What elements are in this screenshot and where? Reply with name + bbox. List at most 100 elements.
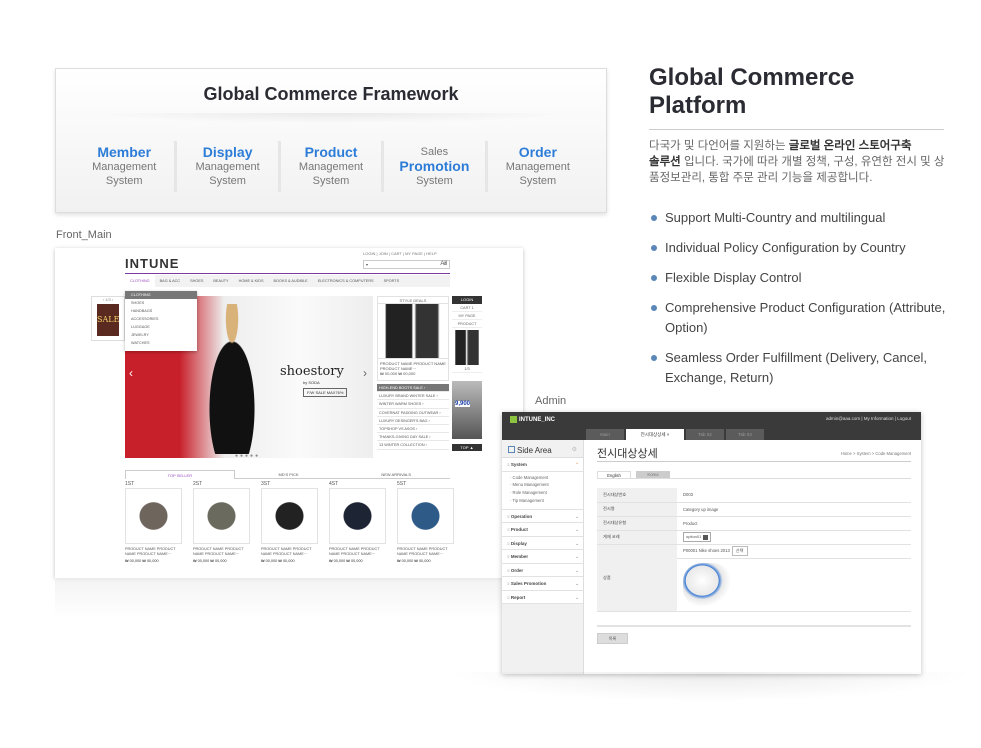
search-icon[interactable]: ⌕ xyxy=(444,261,447,268)
hero-next-icon[interactable]: › xyxy=(363,366,367,380)
product-image[interactable] xyxy=(193,488,250,544)
deal-list-item[interactable]: TOPSHOP VS ASOS › xyxy=(377,425,449,434)
style-deals-title: STYLE DEALS xyxy=(377,296,449,304)
sidebar-group[interactable]: Product⌄ xyxy=(502,523,583,537)
hero-prev-icon[interactable]: ‹ xyxy=(129,366,133,380)
style-deal-info[interactable]: PRODUCT NAME PRODUCT NAME PRODUCT NAME··… xyxy=(377,359,449,381)
nav-item-shoes[interactable]: SHOES xyxy=(185,279,208,283)
hero-pager-dots[interactable]: ●●●●● xyxy=(235,453,260,459)
deal-list-item[interactable]: 13 WINTER COLLECTION › xyxy=(377,441,449,450)
language-tab[interactable]: English xyxy=(597,471,631,478)
search-input[interactable]: All ▾ ⌕ xyxy=(363,260,450,269)
quick-cart[interactable]: CART 1 xyxy=(452,304,482,312)
admin-tab[interactable]: Tab 03 xyxy=(726,429,764,440)
style-deal-image[interactable] xyxy=(377,304,449,359)
admin-tab[interactable]: Main xyxy=(586,429,624,440)
product-name[interactable]: PRODUCT NAME PRODUCT NAME PRODUCT NAME··… xyxy=(329,547,386,557)
sidebar-group[interactable]: Sales Promotion⌄ xyxy=(502,577,583,591)
site-logo[interactable]: INTUNE xyxy=(125,256,179,271)
product-name[interactable]: PRODUCT NAME PRODUCT NAME PRODUCT NAME··… xyxy=(125,547,182,557)
sidebar-group[interactable]: Report⌄ xyxy=(502,590,583,605)
product-image[interactable] xyxy=(397,488,454,544)
chevron-down-icon[interactable]: ⌄ xyxy=(575,577,579,591)
dropdown-item[interactable]: WATCHES xyxy=(125,339,197,347)
sidebar-subitem[interactable]: · Menu Management xyxy=(510,481,583,489)
nav-item-clothing[interactable]: CLOTHING xyxy=(125,275,155,287)
product-tab[interactable]: NEW ARRIVALS xyxy=(342,470,451,479)
sidebar-subitem[interactable]: · Tip Management xyxy=(510,497,583,505)
nav-item-beauty[interactable]: BEAUTY xyxy=(208,279,233,283)
deal-list-item[interactable]: THANKS-GIVING DAY SALE › xyxy=(377,433,449,442)
product-tab[interactable]: TOP SELLER xyxy=(125,470,235,479)
select-button[interactable]: 선택 xyxy=(731,546,748,556)
top-button[interactable]: TOP ▲ xyxy=(452,444,482,451)
quick-pager[interactable]: 1/3 xyxy=(452,365,482,373)
product-image[interactable] xyxy=(125,488,182,544)
chevron-down-icon[interactable]: ⌄ xyxy=(575,550,579,564)
admin-tab[interactable]: Tab 02 xyxy=(686,429,724,440)
chevron-up-icon[interactable]: ⌃ xyxy=(575,458,579,472)
product-name[interactable]: PRODUCT NAME PRODUCT NAME PRODUCT NAME··… xyxy=(193,547,250,557)
sale-banner[interactable]: SALE xyxy=(97,304,119,336)
sidebar-subitem[interactable]: · Role Management xyxy=(510,489,583,497)
product-card[interactable]: 2ST PRODUCT NAME PRODUCT NAME PRODUCT NAM… xyxy=(193,481,250,563)
reflection xyxy=(55,578,523,618)
chevron-down-icon[interactable]: ⌄ xyxy=(575,564,579,578)
sidebar-group[interactable]: Display⌄ xyxy=(502,536,583,551)
chevron-down-icon[interactable]: ⌄ xyxy=(575,537,579,551)
product-name[interactable]: PRODUCT NAME PRODUCT NAME PRODUCT NAME··… xyxy=(261,547,318,557)
side-thumb-pager[interactable]: ‹ 1/3 › xyxy=(92,297,124,302)
nav-item-sports[interactable]: SPORTS xyxy=(379,279,405,283)
side-thumb[interactable]: ‹ 1/3 › SALE xyxy=(91,296,125,341)
product-card[interactable]: 5ST PRODUCT NAME PRODUCT NAME PRODUCT NAM… xyxy=(397,481,454,563)
admin-tab[interactable]: 전시대상상세 × xyxy=(626,429,684,440)
quick-banner[interactable]: 9,900 xyxy=(452,381,482,439)
dropdown-item[interactable]: CLOTHING xyxy=(125,291,197,299)
nav-item-bag-acc[interactable]: BAG & ACC xyxy=(155,279,185,283)
product-image[interactable] xyxy=(261,488,318,544)
product-tab[interactable]: MD'S PICK xyxy=(234,470,343,479)
sidebar-group[interactable]: System⌃ xyxy=(502,458,583,472)
deal-list-item[interactable]: COVERNAT PADDING OUTWEAR › xyxy=(377,409,449,417)
gear-icon[interactable]: ⚙ xyxy=(572,446,577,453)
breadcrumb[interactable]: Home > System > Code Management xyxy=(841,451,911,456)
dropdown-arrow-icon[interactable] xyxy=(703,534,709,540)
nav-item-electronics-computers[interactable]: ELECTRONICS & COMPUTERS xyxy=(313,279,379,283)
sidebar-group[interactable]: Order⌄ xyxy=(502,563,583,578)
product-card[interactable]: 1ST PRODUCT NAME PRODUCT NAME PRODUCT NAM… xyxy=(125,481,182,563)
product-image[interactable] xyxy=(329,488,386,544)
quick-login-button[interactable]: LOGIN xyxy=(452,296,482,304)
quick-product[interactable]: PRODUCT xyxy=(452,320,482,328)
admin-top-links[interactable]: admin@aaa.com | My Information | Logout xyxy=(826,416,911,421)
product-card[interactable]: 4ST PRODUCT NAME PRODUCT NAME PRODUCT NAM… xyxy=(329,481,386,563)
nav-item-books-audible[interactable]: BOOKS & AUDIBLE xyxy=(269,279,313,283)
product-name[interactable]: PRODUCT NAME PRODUCT NAME PRODUCT NAME··… xyxy=(397,547,454,557)
deal-list-item[interactable]: WINTER WARM SHOES › xyxy=(377,400,449,409)
deal-list-item[interactable]: LUXURY BRAND WINTER SALE › xyxy=(377,392,449,401)
chevron-down-icon[interactable]: ⌄ xyxy=(575,523,579,537)
list-button[interactable]: 목록 xyxy=(597,632,628,644)
chevron-down-icon[interactable]: ⌄ xyxy=(575,591,579,605)
dropdown-item[interactable]: LUGGAGE xyxy=(125,323,197,331)
top-links[interactable]: LOGIN | JOIN | CART | MY PAGE | HELP xyxy=(363,251,437,256)
admin-logo[interactable]: INTUNE_INC xyxy=(510,416,555,423)
detail-table: 전시대상번호 D003 전시명 Category up image 전시대상유형 Prod… xyxy=(597,488,911,612)
language-tab[interactable]: Korea xyxy=(636,471,670,478)
sidebar-group[interactable]: Member⌄ xyxy=(502,550,583,564)
quick-product-image[interactable] xyxy=(452,330,482,365)
nav-item-home-kids[interactable]: HOME & KIDS xyxy=(234,279,269,283)
dropdown-item[interactable]: JEWELRY xyxy=(125,331,197,339)
chevron-down-icon[interactable]: ⌄ xyxy=(575,510,579,524)
product-card[interactable]: 3ST PRODUCT NAME PRODUCT NAME PRODUCT NAM… xyxy=(261,481,318,563)
divider xyxy=(86,113,576,123)
option-select[interactable]: option01 xyxy=(683,532,712,542)
dropdown-item[interactable]: HANDBAGS xyxy=(125,307,197,315)
dropdown-item[interactable]: SHOES xyxy=(125,299,197,307)
sidebar-group[interactable]: Operation⌄ xyxy=(502,509,583,524)
sidebar-subitem[interactable]: · Code Management xyxy=(510,474,583,482)
quick-mypage[interactable]: MY PAGE xyxy=(452,312,482,320)
deal-list-item[interactable]: HIGH-END BOOTS SALE › xyxy=(377,384,449,393)
deal-list-item[interactable]: LUXURY DESINGER'S BAG › xyxy=(377,417,449,425)
dropdown-item[interactable]: ACCESSORIES xyxy=(125,315,197,323)
field-value: Product xyxy=(677,516,911,531)
